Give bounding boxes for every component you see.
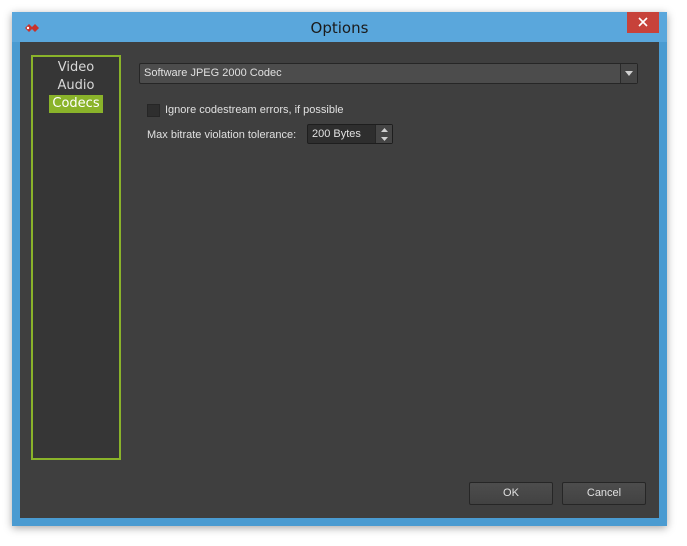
category-list: Video Audio Codecs [31,55,121,460]
title-bar[interactable]: Options [12,12,667,42]
ignore-errors-label: Ignore codestream errors, if possible [165,104,344,116]
codec-select-value: Software JPEG 2000 Codec [144,67,282,79]
dialog-body: Video Audio Codecs Software JPEG 2000 Co… [20,42,659,518]
cancel-button[interactable]: Cancel [562,482,646,505]
ok-button[interactable]: OK [469,482,553,505]
codec-select[interactable]: Software JPEG 2000 Codec [139,63,638,84]
tolerance-value: 200 Bytes [312,128,361,140]
ignore-errors-checkbox[interactable] [147,104,160,117]
close-button[interactable] [627,12,659,33]
nav-item-video[interactable]: Video [33,59,119,77]
window-title: Options [310,19,369,37]
spin-down-icon[interactable] [375,134,392,143]
tolerance-label: Max bitrate violation tolerance: [147,129,297,141]
nav-item-codecs[interactable]: Codecs [49,95,103,113]
tolerance-spinbox[interactable]: 200 Bytes [307,124,393,144]
close-icon [638,14,648,32]
chevron-down-icon[interactable] [620,64,637,83]
options-window: Options Video Audio Codecs Software JPEG… [12,12,667,526]
nav-item-audio[interactable]: Audio [33,77,119,95]
